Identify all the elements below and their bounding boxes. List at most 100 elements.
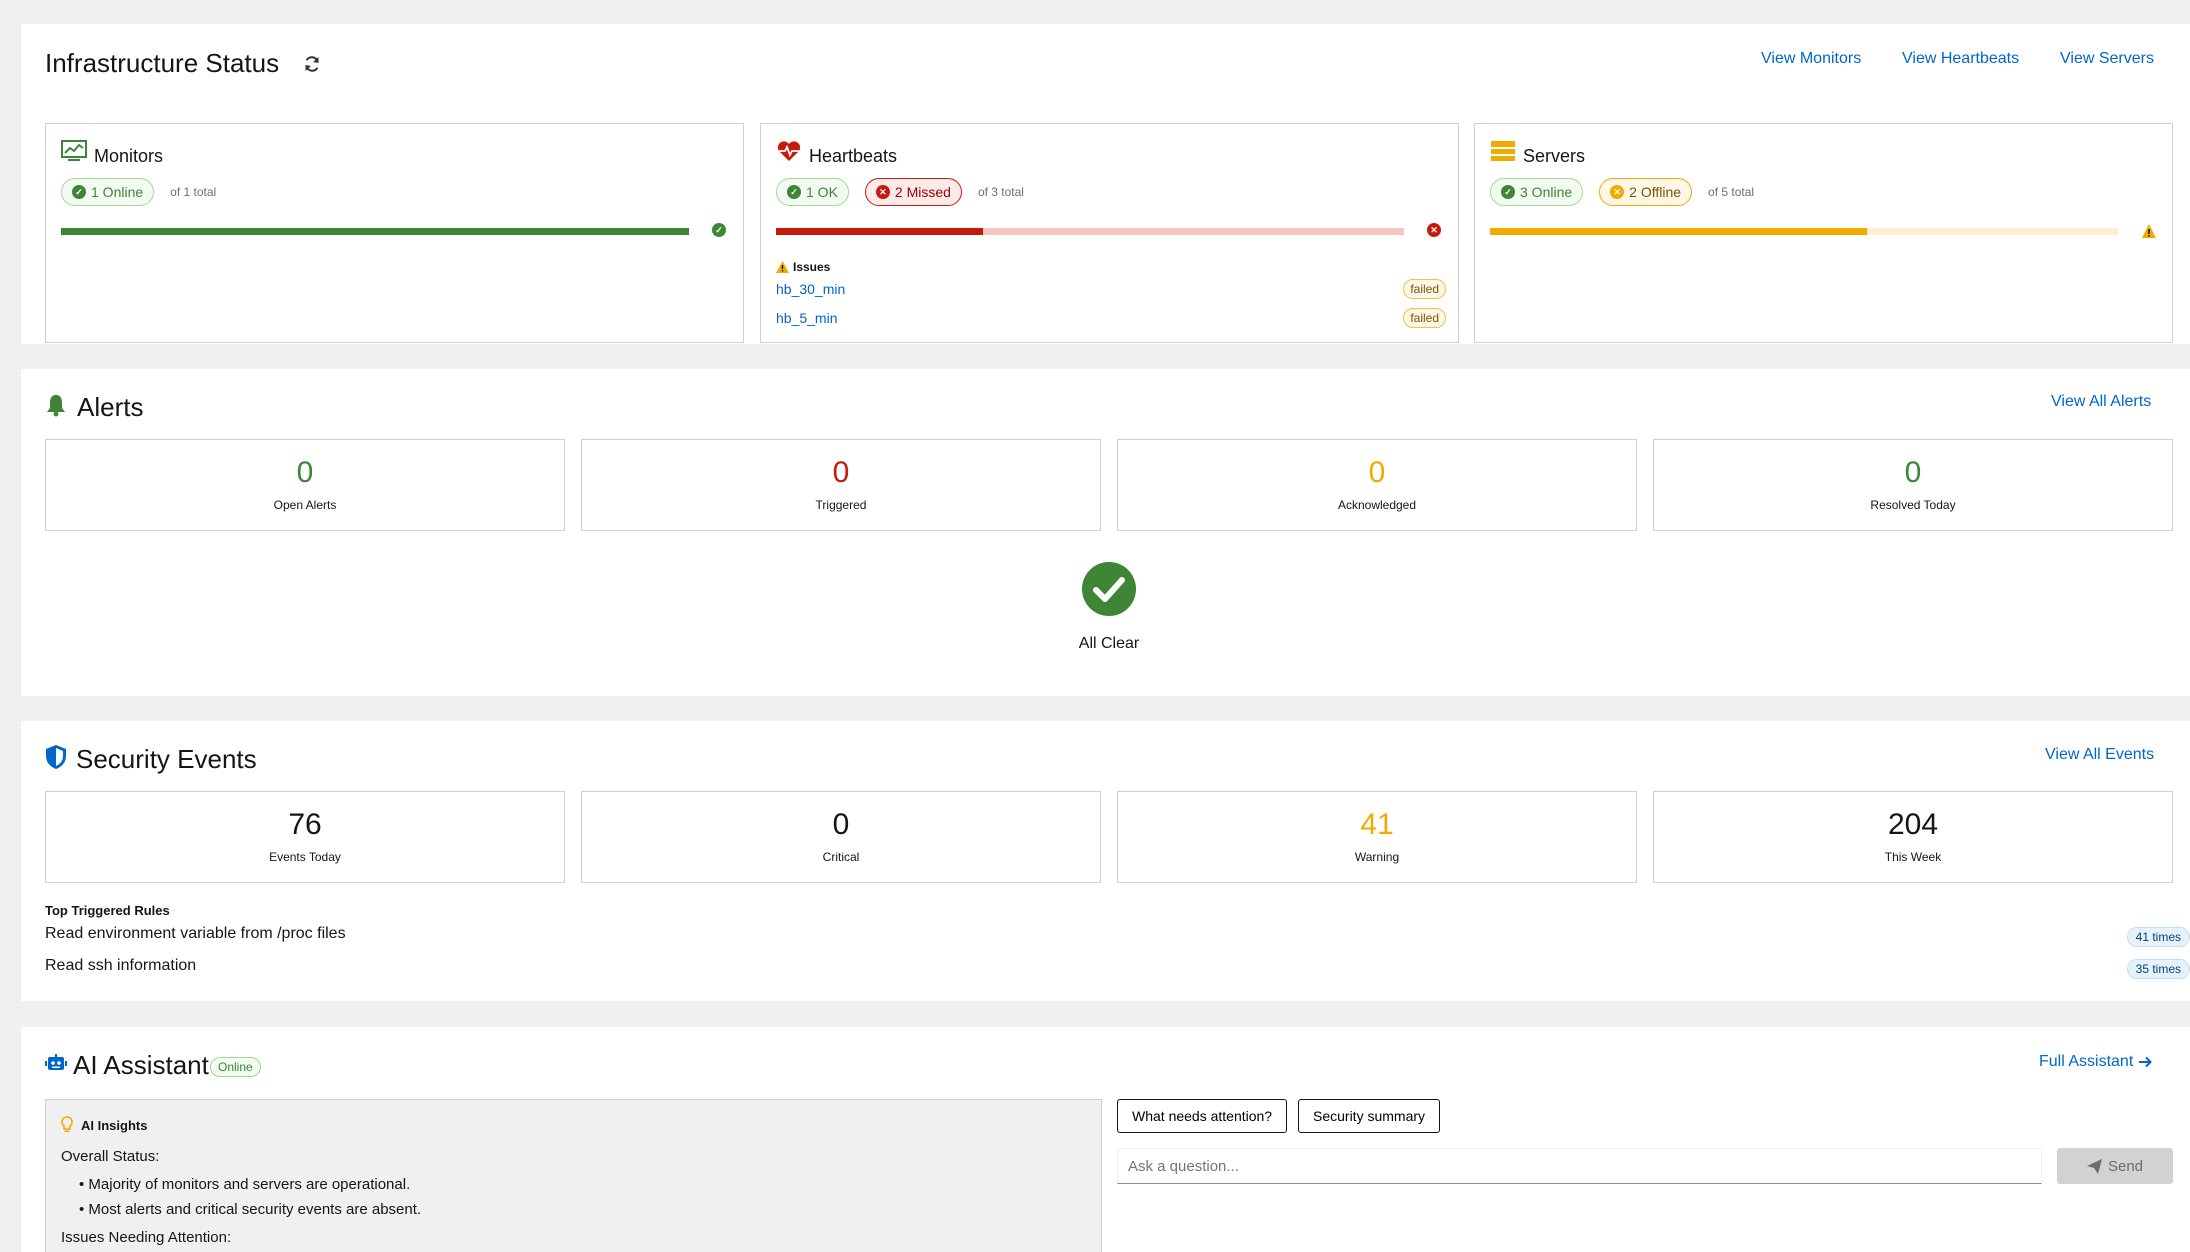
monitor-icon [61,140,87,161]
check-circle-icon: ✓ [712,223,726,237]
monitors-progress-bar [61,228,689,235]
security-stat-value: 41 [1360,808,1394,841]
view-all-alerts-link[interactable]: View All Alerts [2051,393,2151,411]
ai-insights-box: AI Insights Overall Status: • Majority o… [45,1099,1102,1252]
security-stat-today: 76 Events Today [45,791,565,883]
error-circle-icon: ✕ [875,185,890,199]
monitors-badges: ✓ 1 Online of 1 total [61,178,216,206]
rule-count-badge: 41 times [2126,927,2190,947]
heartbeats-missed-badge: ✕ 2 Missed [864,178,962,206]
monitors-card: Monitors ✓ 1 Online of 1 total ✓ [45,123,744,343]
alert-stat-resolved: 0 Resolved Today [1653,439,2173,531]
heartbeats-card: Heartbeats ✓ 1 OK ✕ 2 Missed of 3 total … [760,123,1459,343]
view-monitors-link[interactable]: View Monitors [1761,50,1861,68]
infrastructure-title: Infrastructure Status [45,48,280,78]
chip-security-summary[interactable]: Security summary [1298,1099,1441,1133]
warning-icon [776,261,789,273]
alert-stat-label: Triggered [815,498,867,512]
top-rules-heading: Top Triggered Rules [45,903,170,918]
overall-status-label: Overall Status: [61,1148,160,1165]
heartbeat-icon [777,141,801,161]
issue-link[interactable]: hb_5_min [776,310,838,326]
arrow-right-icon [2139,1056,2153,1068]
heartbeats-ok-badge: ✓ 1 OK [776,178,849,206]
alert-stat-triggered: 0 Triggered [581,439,1101,531]
alert-stat-label: Resolved Today [1870,498,1956,512]
chip-what-needs-attention[interactable]: What needs attention? [1117,1099,1288,1133]
insight-bullet: • Majority of monitors and servers are o… [79,1176,411,1193]
insight-bullet: • Most alerts and critical security even… [79,1201,422,1218]
alert-stat-label: Open Alerts [273,498,337,512]
heartbeats-progress-bar [776,228,1404,235]
issue-row: hb_30_min failed [776,278,1446,300]
alert-stat-value: 0 [1368,456,1386,489]
check-circle-icon: ✓ [787,185,801,199]
security-title: Security Events [76,744,257,774]
issues-heading: Issues [776,260,830,274]
infrastructure-panel: Infrastructure Status View Monitors View… [21,24,2190,344]
alert-stat-acknowledged: 0 Acknowledged [1117,439,1637,531]
refresh-icon[interactable] [302,54,322,74]
servers-card: Servers ✓ 3 Online ✕ 2 Offline of 5 tota… [1474,123,2173,343]
rule-count-badge: 35 times [2126,959,2190,979]
assistant-title: AI Assistant [73,1050,209,1080]
error-circle-icon: ✕ [1427,223,1441,237]
security-stat-label: Critical [822,850,860,864]
servers-online-badge: ✓ 3 Online [1490,178,1584,206]
lightbulb-icon [61,1116,73,1132]
paper-plane-icon [2086,1158,2102,1174]
monitors-total: of 1 total [170,185,217,199]
assistant-status-badge: Online [210,1057,261,1077]
alert-stat-value: 0 [832,456,850,489]
security-stat-value: 0 [832,808,850,841]
security-panel: Security Events View All Events 76 Event… [21,721,2190,1001]
security-stat-label: Events Today [269,850,341,864]
alerts-panel: Alerts View All Alerts 0 Open Alerts 0 T… [21,369,2190,696]
issue-status-badge: failed [1403,279,1446,299]
security-stat-week: 204 This Week [1653,791,2173,883]
alert-stat-value: 0 [296,456,314,489]
servers-title: Servers [1523,146,1586,166]
heartbeats-total: of 3 total [977,185,1024,199]
alert-stat-label: Acknowledged [1337,498,1417,512]
issues-needing-attention-label: Issues Needing Attention: [61,1229,232,1246]
security-stat-warning: 41 Warning [1117,791,1637,883]
ask-question-input[interactable] [1117,1148,2042,1184]
alert-stat-value: 0 [1904,456,1922,489]
security-stat-label: Warning [1354,850,1400,864]
all-clear-check-icon [1082,562,1136,616]
send-button[interactable]: Send [2057,1148,2173,1184]
heartbeats-title: Heartbeats [809,146,898,166]
ai-insights-heading: AI Insights [61,1116,147,1134]
servers-progress-fill [1490,228,1867,235]
server-icon [1491,141,1515,161]
bell-icon [47,395,65,417]
security-stat-value: 204 [1887,808,1939,841]
rule-name: Read environment variable from /proc fil… [45,925,346,942]
shield-icon [46,745,66,769]
full-assistant-link[interactable]: Full Assistant [2039,1053,2153,1071]
warning-icon [2142,224,2156,238]
error-circle-icon: ✕ [1610,185,1625,199]
view-all-events-link[interactable]: View All Events [2045,746,2154,764]
alert-stat-open: 0 Open Alerts [45,439,565,531]
view-heartbeats-link[interactable]: View Heartbeats [1902,50,2019,68]
security-stat-value: 76 [288,808,322,841]
issue-row: hb_5_min failed [776,307,1446,329]
monitors-online-badge: ✓ 1 Online [61,178,155,206]
servers-total: of 5 total [1708,185,1755,199]
servers-progress-bar [1490,228,2118,235]
security-stat-label: This Week [1884,850,1942,864]
check-circle-icon: ✓ [1501,185,1515,199]
view-servers-link[interactable]: View Servers [2060,50,2154,68]
issue-link[interactable]: hb_30_min [776,281,845,297]
assistant-panel: AI Assistant Online Full Assistant AI In… [21,1027,2190,1252]
all-clear-label: All Clear [1078,635,1140,652]
rule-row: Read environment variable from /proc fil… [45,925,2190,949]
robot-icon [45,1054,67,1070]
monitors-title: Monitors [94,146,164,166]
check-circle-icon: ✓ [72,185,86,199]
servers-badges: ✓ 3 Online ✕ 2 Offline of 5 total [1490,178,1754,206]
servers-offline-badge: ✕ 2 Offline [1599,178,1693,206]
rule-row: Read ssh information 35 times [45,957,2190,981]
